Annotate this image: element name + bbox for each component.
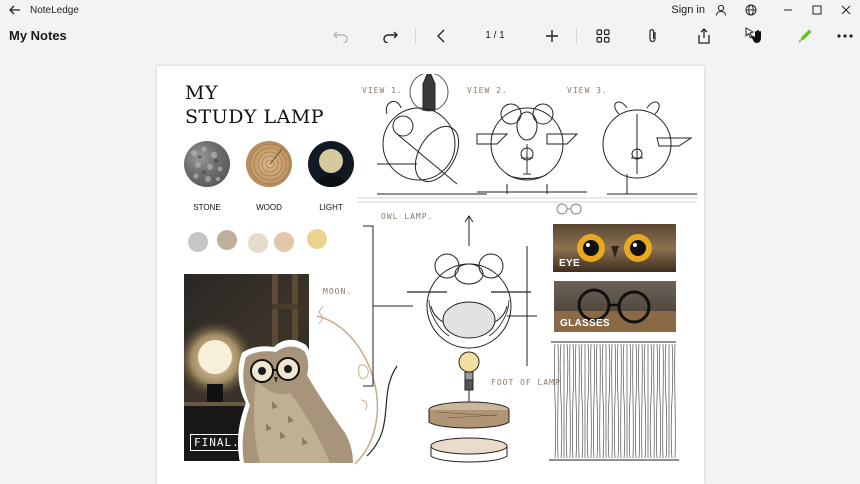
add-page-icon[interactable]: [540, 24, 564, 48]
owl-lamp-sketch: [363, 215, 537, 463]
select-hand-cursor-icon[interactable]: [742, 24, 766, 48]
document-title: My Notes: [9, 28, 67, 43]
color-swatch[interactable]: [248, 233, 268, 253]
previous-page-icon[interactable]: [429, 24, 453, 48]
material-label-light: LIGHT: [319, 203, 343, 212]
minimize-button[interactable]: [773, 0, 802, 20]
undo-icon[interactable]: [329, 24, 353, 48]
view-2-note: VIEW 2.: [467, 86, 508, 95]
user-icon[interactable]: [713, 2, 729, 18]
color-swatch[interactable]: [188, 232, 208, 252]
moon-note: MOON.: [323, 287, 353, 296]
title-bar: NoteLedge Sign in: [0, 0, 860, 20]
toolbar-separator: [576, 28, 577, 44]
material-label-wood: WOOD: [256, 203, 282, 212]
toolbar-separator: [415, 28, 416, 44]
globe-icon[interactable]: [743, 2, 759, 18]
wood-texture-image: [246, 141, 292, 187]
glasses-doodle: [556, 203, 582, 215]
pen-tool-icon[interactable]: [793, 24, 817, 48]
color-swatch[interactable]: [274, 232, 294, 252]
wood-grain-sketch: [549, 341, 679, 461]
view-1-note: VIEW 1.: [362, 86, 403, 95]
share-icon[interactable]: [692, 24, 716, 48]
more-options-icon[interactable]: [833, 24, 857, 48]
eye-photo-label: EYE: [559, 258, 580, 269]
maximize-button[interactable]: [802, 0, 831, 20]
attachment-icon[interactable]: [641, 24, 665, 48]
moon-light-image: [308, 141, 354, 187]
close-button[interactable]: [831, 0, 860, 20]
grid-view-icon[interactable]: [591, 24, 615, 48]
color-swatch[interactable]: [307, 229, 327, 249]
board-title-line-2: STUDY LAMP: [185, 106, 325, 128]
glasses-photo-label: GLASSES: [560, 318, 610, 329]
view-3-note: VIEW 3.: [567, 86, 608, 95]
moodboard-page[interactable]: MY STUDY LAMP STONE WOOD LIGHT FINAL. MO…: [157, 66, 704, 484]
sign-in-link[interactable]: Sign in: [671, 4, 705, 16]
color-swatch[interactable]: [217, 230, 237, 250]
board-title-line-1: MY: [185, 82, 218, 104]
stone-texture-image: [184, 141, 230, 187]
material-label-stone: STONE: [193, 203, 221, 212]
app-name: NoteLedge: [30, 4, 79, 16]
redo-icon[interactable]: [378, 24, 402, 48]
page-indicator: 1 / 1: [485, 30, 505, 41]
back-arrow-icon[interactable]: [0, 0, 30, 20]
toolbar: My Notes 1 / 1: [0, 20, 860, 52]
